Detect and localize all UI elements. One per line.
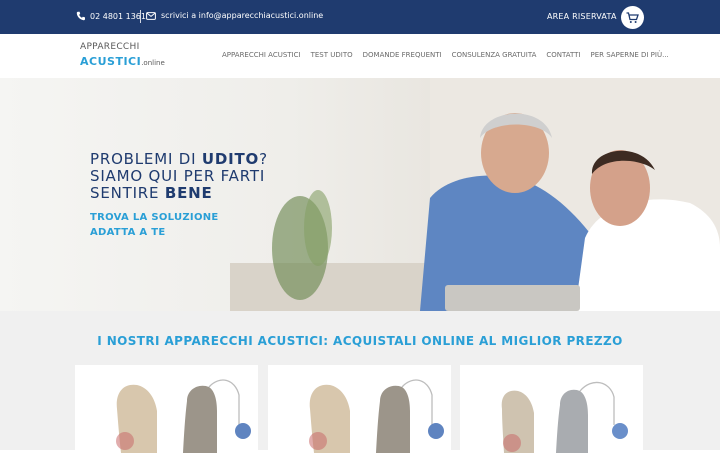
hero-cta-link[interactable]: TROVA LA SOLUZIONE ADATTA A TE	[90, 210, 268, 240]
reserved-area-link[interactable]: AREA RISERVATA	[547, 12, 617, 21]
main-nav: APPARECCHI ACUSTICI TEST UDITO DOMANDE F…	[222, 51, 679, 59]
hearing-aid-image	[501, 381, 628, 453]
nav-item-more[interactable]: PER SAPERNE DI PIÙ...	[591, 51, 669, 59]
hero-banner: PROBLEMI DI UDITO? SIAMO QUI PER FARTI S…	[0, 78, 720, 311]
mail-icon	[146, 11, 156, 20]
hero-line1-b: UDITO	[201, 150, 260, 168]
hero-text: PROBLEMI DI UDITO? SIAMO QUI PER FARTI S…	[90, 151, 268, 240]
hearing-aid-image	[309, 379, 444, 453]
products-title: I NOSTRI APPARECCHI ACUSTICI: ACQUISTALI…	[97, 334, 623, 348]
product-card[interactable]	[75, 365, 258, 455]
nav-item-faq[interactable]: DOMANDE FREQUENTI	[363, 51, 442, 59]
cart-button[interactable]	[621, 6, 644, 29]
logo-line2: ACUSTICI	[80, 55, 142, 68]
products-section: I NOSTRI APPARECCHI ACUSTICI: ACQUISTALI…	[0, 311, 720, 455]
logo-line1: APPARECCHI	[80, 42, 140, 52]
hero-line2: SIAMO QUI PER FARTI	[90, 167, 266, 185]
hero-cta-line2[interactable]: ADATTA A TE	[90, 225, 268, 240]
main-header: APPARECCHI ACUSTICI.online APPARECCHI AC…	[0, 34, 720, 79]
nav-item-consulenza[interactable]: CONSULENZA GRATUITA	[452, 51, 537, 59]
nav-item-apparecchi[interactable]: APPARECCHI ACUSTICI	[222, 51, 301, 59]
cart-icon	[626, 11, 639, 23]
hero-line1-c: ?	[259, 150, 268, 168]
site-logo[interactable]: APPARECCHI ACUSTICI.online	[80, 43, 165, 68]
hero-line3-a: SENTIRE	[90, 184, 165, 202]
hearing-aid-image	[116, 379, 251, 453]
hero-line3-b: BENE	[164, 184, 213, 202]
phone-number[interactable]: 02 4801 1361	[90, 12, 146, 21]
top-bar: 02 4801 1361 scrivici a info@apparecchia…	[0, 0, 720, 34]
topbar-divider	[140, 10, 141, 23]
hero-line1-a: PROBLEMI DI	[90, 150, 202, 168]
product-card[interactable]	[460, 365, 643, 455]
hero-headline: PROBLEMI DI UDITO? SIAMO QUI PER FARTI S…	[90, 151, 268, 202]
nav-item-test-udito[interactable]: TEST UDITO	[311, 51, 353, 59]
logo-line3: .online	[141, 59, 165, 67]
product-card[interactable]	[268, 365, 451, 455]
phone-icon	[76, 11, 85, 21]
nav-item-contatti[interactable]: CONTATTI	[546, 51, 580, 59]
email-text[interactable]: scrivici a info@apparecchiacustici.onlin…	[161, 11, 323, 20]
phone-contact[interactable]: 02 4801 1361	[76, 11, 146, 21]
hero-cta-line1[interactable]: TROVA LA SOLUZIONE	[90, 210, 268, 225]
email-contact[interactable]: scrivici a info@apparecchiacustici.onlin…	[146, 11, 323, 20]
